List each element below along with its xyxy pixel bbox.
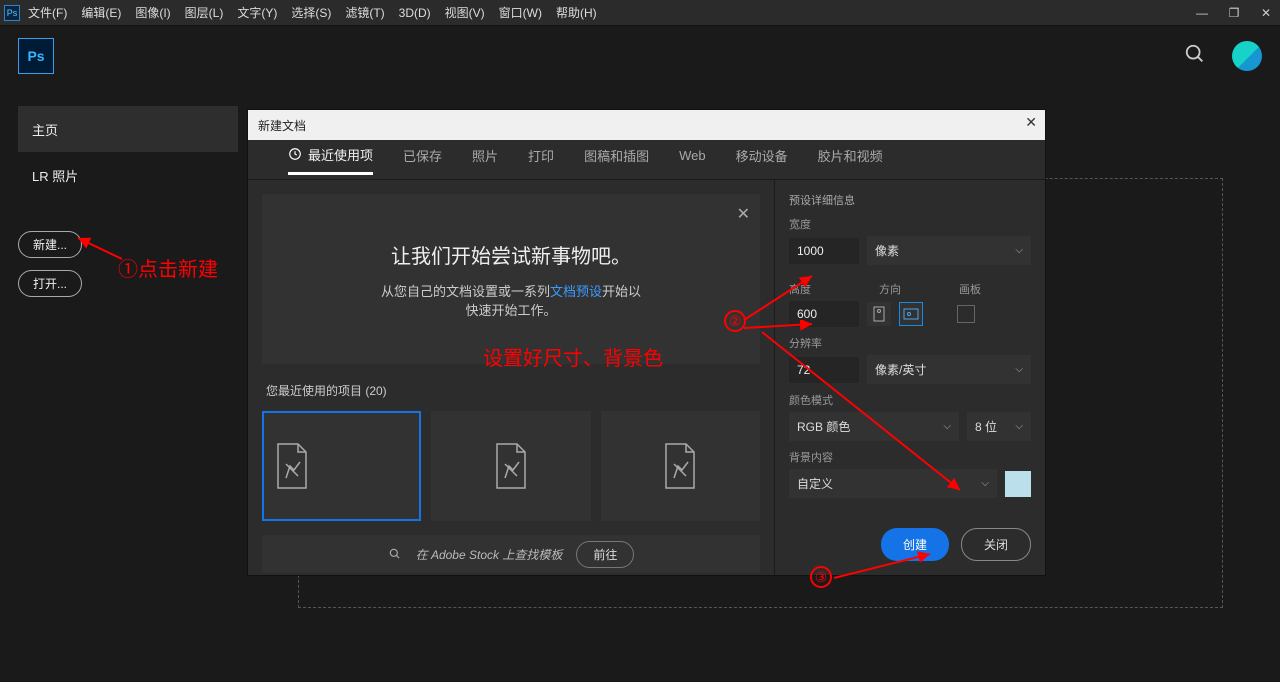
- menu-3d[interactable]: 3D(D): [399, 6, 431, 20]
- open-button[interactable]: 打开...: [18, 270, 82, 297]
- tab-film[interactable]: 胶片和视频: [818, 146, 883, 173]
- tab-saved[interactable]: 已保存: [403, 146, 442, 173]
- new-button[interactable]: 新建...: [18, 231, 82, 258]
- stock-search-bar: 在 Adobe Stock 上查找模板 前往: [262, 535, 760, 573]
- resolution-input[interactable]: [789, 357, 859, 383]
- tab-web[interactable]: Web: [679, 148, 706, 171]
- preset-card-1[interactable]: [262, 411, 421, 521]
- dialog-tabs: 最近使用项 已保存 照片 打印 图稿和插图 Web 移动设备 胶片和视频: [248, 140, 1045, 180]
- ps-logo: Ps: [18, 38, 54, 74]
- search-icon: [388, 547, 402, 561]
- background-select[interactable]: 自定义⌵: [789, 469, 997, 498]
- new-document-dialog: 新建文档 ✕ 最近使用项 已保存 照片 打印 图稿和插图 Web 移动设备 胶片…: [248, 110, 1045, 575]
- tab-print[interactable]: 打印: [528, 146, 554, 173]
- background-label: 背景内容: [789, 449, 1031, 465]
- color-mode-label: 颜色模式: [789, 392, 1031, 408]
- tab-recent-label: 最近使用项: [308, 145, 373, 164]
- menu-filter[interactable]: 滤镜(T): [345, 4, 384, 21]
- tab-recent[interactable]: 最近使用项: [288, 145, 373, 175]
- tab-photo[interactable]: 照片: [472, 146, 498, 173]
- chevron-down-icon: ⌵: [943, 421, 951, 432]
- tab-mobile[interactable]: 移动设备: [736, 146, 788, 173]
- preset-card-2[interactable]: [431, 411, 590, 521]
- close-button[interactable]: 关闭: [961, 528, 1031, 561]
- resolution-unit-select[interactable]: 像素/英寸⌵: [867, 355, 1031, 384]
- width-unit-select[interactable]: 像素⌵: [867, 236, 1031, 265]
- menu-help[interactable]: 帮助(H): [556, 4, 597, 21]
- height-label: 高度: [789, 281, 859, 297]
- preset-card-3[interactable]: [601, 411, 760, 521]
- menu-layer[interactable]: 图层(L): [185, 4, 224, 21]
- chevron-down-icon: ⌵: [1015, 421, 1023, 432]
- banner-line3: 快速开始工作。: [465, 300, 556, 319]
- chevron-down-icon: ⌵: [1015, 245, 1023, 256]
- sidebar-home[interactable]: 主页: [18, 106, 238, 152]
- search-icon[interactable]: [1184, 43, 1206, 70]
- banner-close-icon[interactable]: ✕: [737, 204, 750, 224]
- menu-view[interactable]: 视图(V): [445, 4, 485, 21]
- menu-edit[interactable]: 编辑(E): [81, 4, 121, 21]
- chevron-down-icon: ⌵: [1015, 364, 1023, 375]
- menu-image[interactable]: 图像(I): [135, 4, 170, 21]
- panel-heading: 预设详细信息: [789, 192, 1031, 208]
- sidebar-lr-photos[interactable]: LR 照片: [18, 152, 238, 185]
- dialog-title: 新建文档: [258, 117, 306, 134]
- orientation-label: 方向: [879, 281, 939, 297]
- orientation-landscape[interactable]: [899, 302, 923, 326]
- banner-heading: 让我们开始尝试新事物吧。: [391, 240, 631, 269]
- window-restore-icon[interactable]: ❐: [1224, 6, 1244, 20]
- tab-art[interactable]: 图稿和插图: [584, 146, 649, 173]
- menu-window[interactable]: 窗口(W): [499, 4, 542, 21]
- artboard-label: 画板: [959, 281, 981, 297]
- banner-line2: 从您自己的文档设置或一系列文档预设开始以: [381, 281, 641, 300]
- menu-type[interactable]: 文字(Y): [237, 4, 277, 21]
- width-label: 宽度: [789, 216, 1031, 232]
- menubar: Ps 文件(F) 编辑(E) 图像(I) 图层(L) 文字(Y) 选择(S) 滤…: [0, 0, 1280, 26]
- width-input[interactable]: [789, 238, 859, 264]
- chevron-down-icon: ⌵: [981, 478, 989, 489]
- menu-select[interactable]: 选择(S): [291, 4, 331, 21]
- home-sidebar: 主页 LR 照片 新建... 打开...: [18, 106, 238, 297]
- detail-panel: 预设详细信息 宽度 像素⌵ 高度 方向 画板 分辨率 像素/英寸⌵: [774, 180, 1045, 575]
- user-avatar[interactable]: [1232, 41, 1262, 71]
- dialog-titlebar: 新建文档 ✕: [248, 110, 1045, 140]
- resolution-label: 分辨率: [789, 335, 1031, 351]
- recent-label: 您最近使用的项目 (20): [266, 382, 760, 399]
- window-minimize-icon[interactable]: —: [1192, 6, 1212, 20]
- color-mode-select[interactable]: RGB 颜色⌵: [789, 412, 959, 441]
- menu-file[interactable]: 文件(F): [28, 4, 67, 21]
- app-toolbar: Ps: [0, 26, 1280, 86]
- window-close-icon[interactable]: ✕: [1256, 6, 1276, 20]
- create-button[interactable]: 创建: [881, 528, 949, 561]
- dialog-close-icon[interactable]: ✕: [1025, 114, 1037, 131]
- artboard-checkbox[interactable]: [957, 305, 975, 323]
- stock-go-button[interactable]: 前往: [576, 541, 634, 568]
- ps-app-icon: Ps: [4, 5, 20, 21]
- dialog-left-pane: ✕ 让我们开始尝试新事物吧。 从您自己的文档设置或一系列文档预设开始以 快速开始…: [248, 180, 774, 575]
- height-input[interactable]: [789, 301, 859, 327]
- background-color-swatch[interactable]: [1005, 471, 1031, 497]
- orientation-portrait[interactable]: [867, 302, 891, 326]
- banner-preset-link[interactable]: 文档预设: [550, 284, 602, 299]
- stock-placeholder[interactable]: 在 Adobe Stock 上查找模板: [416, 546, 563, 563]
- bit-depth-select[interactable]: 8 位⌵: [967, 412, 1031, 441]
- banner: ✕ 让我们开始尝试新事物吧。 从您自己的文档设置或一系列文档预设开始以 快速开始…: [262, 194, 760, 364]
